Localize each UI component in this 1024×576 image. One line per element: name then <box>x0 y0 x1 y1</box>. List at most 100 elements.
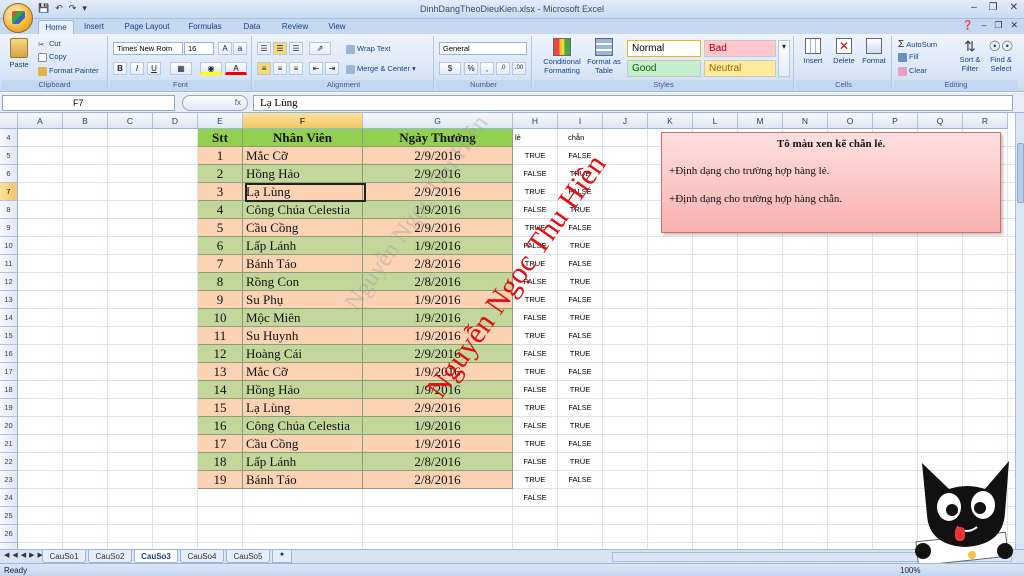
clear-button[interactable]: Clear <box>898 66 927 76</box>
odd-flag-cell[interactable]: FALSE <box>513 165 557 183</box>
sheet-tab-causo3[interactable]: CauSo3 <box>134 550 178 563</box>
row-header-25[interactable]: 25 <box>0 507 18 525</box>
employee-name-cell[interactable]: Lấp Lánh <box>243 453 363 471</box>
row-header-9[interactable]: 9 <box>0 219 18 237</box>
stt-cell[interactable]: 15 <box>198 399 243 417</box>
row-header-14[interactable]: 14 <box>0 309 18 327</box>
even-flag-cell[interactable]: TRUE <box>558 381 602 399</box>
stt-cell[interactable]: 14 <box>198 381 243 399</box>
odd-flag-cell[interactable]: FALSE <box>513 345 557 363</box>
tab-formulas[interactable]: Formulas <box>183 20 227 34</box>
underline-icon[interactable]: U <box>147 62 161 75</box>
row-header-17[interactable]: 17 <box>0 363 18 381</box>
find-select-button[interactable]: ☉☉ Find & Select <box>986 38 1016 73</box>
align-top-icon[interactable]: ☰ <box>257 42 271 55</box>
office-button[interactable] <box>3 3 33 33</box>
align-middle-icon[interactable]: ☰ <box>273 42 287 55</box>
stt-cell[interactable]: 13 <box>198 363 243 381</box>
stt-cell[interactable]: 17 <box>198 435 243 453</box>
even-flag-cell[interactable]: FALSE <box>558 399 602 417</box>
stt-cell[interactable]: 18 <box>198 453 243 471</box>
font-size-select[interactable]: 16 <box>184 42 214 55</box>
even-flag-cell[interactable]: TRUE <box>558 453 602 471</box>
insert-sheet-icon[interactable]: ✦ <box>272 550 292 563</box>
wrap-text-button[interactable]: Wrap Text <box>346 44 391 54</box>
even-flag-cell[interactable]: FALSE <box>558 327 602 345</box>
row-header-15[interactable]: 15 <box>0 327 18 345</box>
cut-button[interactable]: ✂ Cut <box>38 39 61 49</box>
font-color-icon[interactable]: A <box>225 62 247 75</box>
bonus-date-cell[interactable]: 1/9/2016 <box>363 417 513 435</box>
italic-icon[interactable]: I <box>130 62 144 75</box>
zoom-level[interactable]: 100% <box>900 566 920 575</box>
odd-flag-cell[interactable]: TRUE <box>513 147 557 165</box>
format-cells-button[interactable]: Format <box>860 38 888 65</box>
employee-name-cell[interactable]: Hồng Hảo <box>243 381 363 399</box>
employee-name-cell[interactable]: Mắc Cỡ <box>243 147 363 165</box>
row-header-5[interactable]: 5 <box>0 147 18 165</box>
even-flag-cell[interactable]: TRUE <box>558 417 602 435</box>
stt-cell[interactable]: 8 <box>198 273 243 291</box>
employee-name-cell[interactable]: Su Huynh <box>243 327 363 345</box>
row-header-23[interactable]: 23 <box>0 471 18 489</box>
style-good[interactable]: Good <box>627 60 701 77</box>
bonus-date-cell[interactable]: 2/9/2016 <box>363 399 513 417</box>
tab-insert[interactable]: Insert <box>78 20 110 34</box>
stt-cell[interactable]: 10 <box>198 309 243 327</box>
row-header-12[interactable]: 12 <box>0 273 18 291</box>
even-flag-cell[interactable]: FALSE <box>558 291 602 309</box>
increase-indent-icon[interactable]: ⇥ <box>325 62 339 75</box>
even-flag-cell[interactable]: FALSE <box>558 363 602 381</box>
column-header-b[interactable]: B <box>63 113 108 129</box>
employee-name-cell[interactable]: Rồng Con <box>243 273 363 291</box>
odd-flag-cell[interactable]: TRUE <box>513 435 557 453</box>
stt-cell[interactable]: 19 <box>198 471 243 489</box>
row-header-4[interactable]: 4 <box>0 129 18 147</box>
select-all-corner[interactable] <box>0 113 18 129</box>
sort-filter-button[interactable]: ⇅ Sort & Filter <box>956 38 984 73</box>
conditional-formatting-button[interactable]: Conditional Formatting <box>536 38 588 75</box>
row-header-22[interactable]: 22 <box>0 453 18 471</box>
help-icon[interactable]: ❓ <box>962 20 973 31</box>
employee-name-cell[interactable]: Công Chúa Celestia <box>243 417 363 435</box>
stt-cell[interactable]: 6 <box>198 237 243 255</box>
row-header-24[interactable]: 24 <box>0 489 18 507</box>
row-header-8[interactable]: 8 <box>0 201 18 219</box>
doc-minimize-icon[interactable]: – <box>981 20 986 31</box>
insert-function-icon[interactable]: fx <box>182 95 248 111</box>
employee-name-cell[interactable]: Bánh Táo <box>243 471 363 489</box>
row-header-13[interactable]: 13 <box>0 291 18 309</box>
row-header-20[interactable]: 20 <box>0 417 18 435</box>
tab-data[interactable]: Data <box>238 20 266 34</box>
odd-flag-cell[interactable]: TRUE <box>513 363 557 381</box>
align-center-icon[interactable]: ≡ <box>273 62 287 75</box>
currency-icon[interactable]: $ <box>439 62 461 75</box>
column-header-j[interactable]: J <box>603 113 648 129</box>
stt-cell[interactable]: 4 <box>198 201 243 219</box>
shrink-font-icon[interactable]: a <box>233 42 247 55</box>
column-header-f[interactable]: F <box>243 113 363 129</box>
stt-cell[interactable]: 9 <box>198 291 243 309</box>
column-header-q[interactable]: Q <box>918 113 963 129</box>
restore-icon[interactable]: ❐ <box>989 2 998 13</box>
tab-page-layout[interactable]: Page Layout <box>118 20 176 34</box>
merge-center-button[interactable]: Merge & Center ▾ <box>346 64 416 74</box>
row-header-10[interactable]: 10 <box>0 237 18 255</box>
even-flag-cell[interactable]: FALSE <box>558 471 602 489</box>
even-flag-cell[interactable]: FALSE <box>558 435 602 453</box>
table-header-cell[interactable]: Stt <box>198 129 243 147</box>
row-header-18[interactable]: 18 <box>0 381 18 399</box>
row-header-26[interactable]: 26 <box>0 525 18 543</box>
number-format-select[interactable]: General <box>439 42 527 55</box>
even-flag-cell[interactable]: TRUE <box>558 273 602 291</box>
odd-flag-cell[interactable]: FALSE <box>513 453 557 471</box>
tab-review[interactable]: Review <box>276 20 314 34</box>
column-header-m[interactable]: M <box>738 113 783 129</box>
odd-flag-cell[interactable]: TRUE <box>513 327 557 345</box>
style-normal[interactable]: Normal <box>627 40 701 57</box>
name-box[interactable]: F7 <box>2 95 175 111</box>
stt-cell[interactable]: 7 <box>198 255 243 273</box>
column-header-e[interactable]: E <box>198 113 243 129</box>
even-flag-cell[interactable]: TRUE <box>558 237 602 255</box>
stt-cell[interactable]: 16 <box>198 417 243 435</box>
